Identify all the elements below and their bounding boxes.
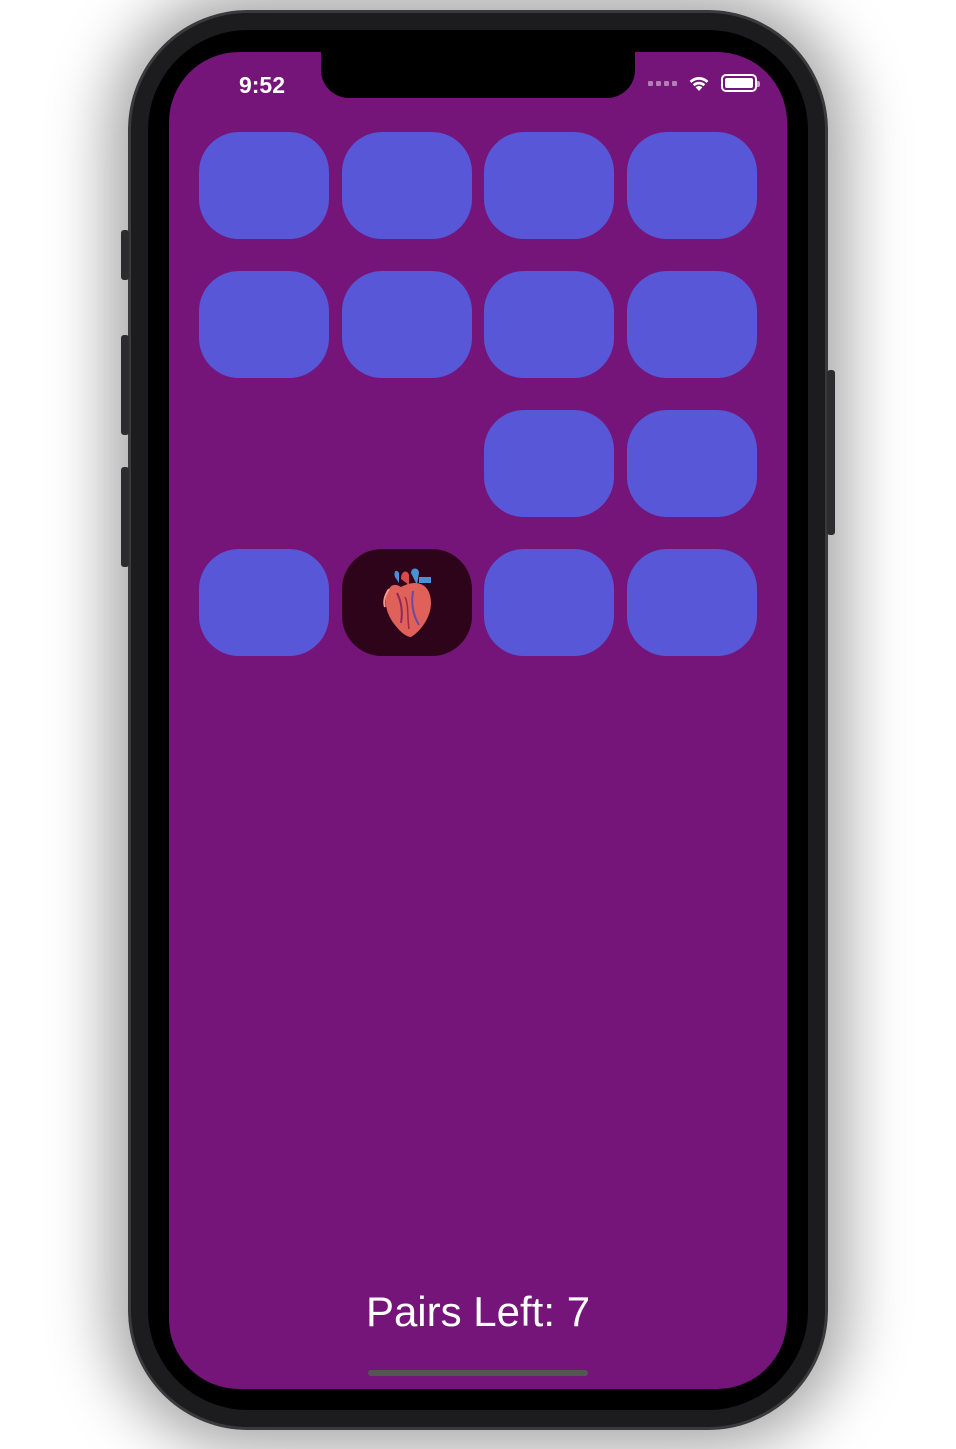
silent-switch [121, 230, 129, 280]
card-r3-c1 [199, 410, 329, 517]
app-screen: 9:52 Pairs Left: 7 [169, 52, 787, 1389]
home-indicator[interactable] [368, 1370, 588, 1376]
volume-up-button [121, 335, 129, 435]
pairs-left-label: Pairs Left: 7 [365, 1288, 591, 1335]
notch [321, 52, 635, 98]
status-time: 9:52 [238, 72, 286, 98]
wifi-icon [689, 77, 709, 91]
volume-down-button [121, 467, 129, 567]
card-grid [199, 132, 757, 656]
card-r1-c4[interactable] [626, 132, 757, 239]
card-r3-c4[interactable] [626, 410, 757, 517]
card-r3-c3[interactable] [484, 410, 615, 517]
card-r1-c3[interactable] [484, 132, 615, 239]
card-r1-c2[interactable] [341, 132, 472, 239]
card-r4-c4[interactable] [626, 549, 757, 656]
card-r4-c2[interactable] [341, 549, 472, 656]
battery-icon [721, 74, 760, 92]
card-r2-c3[interactable] [484, 271, 615, 378]
card-r4-c1[interactable] [199, 549, 329, 656]
cellular-signal-icon [648, 80, 677, 86]
card-r2-c4[interactable] [626, 271, 757, 378]
card-r2-c2[interactable] [341, 271, 472, 378]
card-r2-c1[interactable] [199, 271, 329, 378]
card-r3-c2 [342, 410, 472, 517]
status-icons [648, 74, 760, 92]
card-r1-c1[interactable] [199, 132, 329, 239]
card-r4-c3[interactable] [484, 549, 615, 656]
anatomical-heart-icon [382, 568, 431, 637]
power-button [827, 370, 835, 535]
